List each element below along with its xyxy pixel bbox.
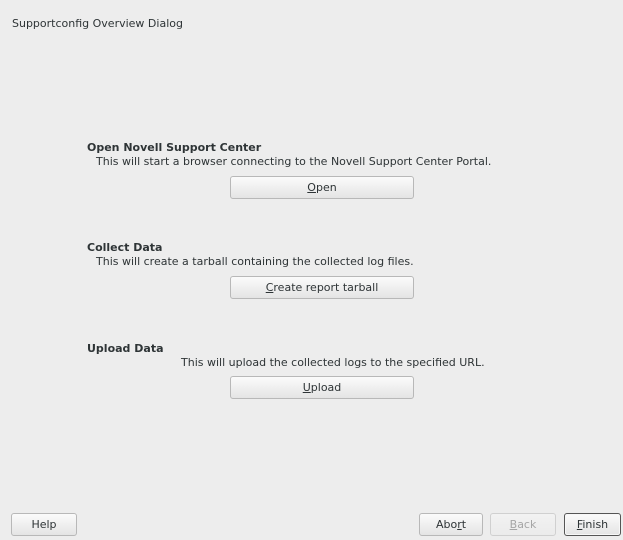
help-button-label: Help	[31, 518, 57, 531]
section-desc-open-support-center: This will start a browser connecting to …	[96, 155, 492, 168]
dialog-title: Supportconfig Overview Dialog	[12, 17, 183, 30]
finish-button[interactable]: Finish	[564, 513, 621, 536]
open-button-label: Open	[307, 181, 337, 194]
abort-button[interactable]: Abort	[419, 513, 483, 536]
help-button[interactable]: Help	[11, 513, 77, 536]
abort-button-label: Abort	[435, 518, 467, 531]
section-desc-upload-data: This will upload the collected logs to t…	[181, 356, 485, 369]
back-button[interactable]: Back	[490, 513, 556, 536]
section-desc-collect-data: This will create a tarball containing th…	[96, 255, 414, 268]
section-title-collect-data: Collect Data	[87, 241, 163, 254]
create-report-tarball-button-label: Create report tarball	[265, 281, 379, 294]
upload-button-label: Upload	[302, 381, 342, 394]
back-button-label: Back	[509, 518, 537, 531]
upload-button[interactable]: Upload	[230, 376, 414, 399]
finish-button-label: Finish	[576, 518, 609, 531]
section-title-upload-data: Upload Data	[87, 342, 164, 355]
section-title-open-support-center: Open Novell Support Center	[87, 141, 262, 154]
open-button[interactable]: Open	[230, 176, 414, 199]
create-report-tarball-button[interactable]: Create report tarball	[230, 276, 414, 299]
